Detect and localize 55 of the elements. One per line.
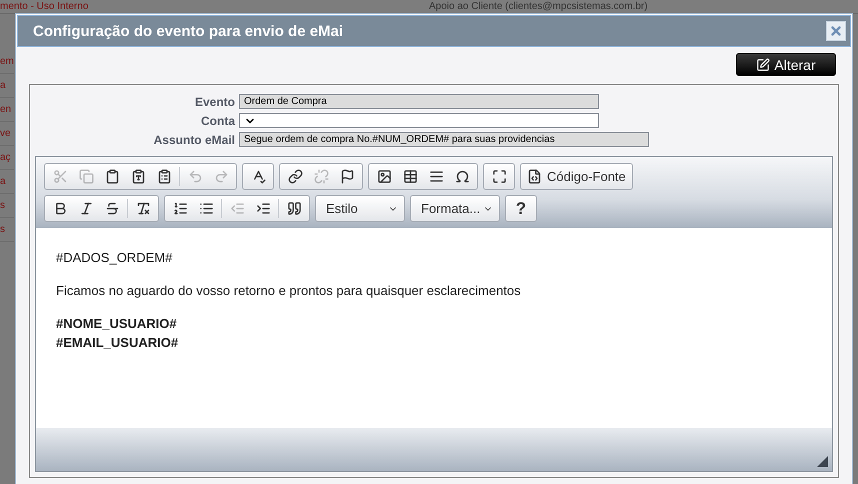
select-field[interactable] [239, 113, 599, 128]
source-button[interactable]: Código-Fonte [523, 165, 630, 188]
editor-line: #EMAIL_USUARIO# [56, 335, 180, 350]
field-label: Conta [200, 114, 235, 128]
dropdown-button[interactable]: Estilo [318, 197, 402, 220]
editor-line: #DADOS_ORDEM# [56, 250, 174, 265]
background-text: s [0, 199, 5, 212]
indent-icon [256, 201, 270, 216]
resize-grip-icon [817, 456, 828, 467]
editor-content[interactable]: #DADOS_ORDEM# Ficamos no aguardo do vosso retorno e prontos para quaisquer esclarecimentos #NOME_USUARIO# #EMAIL_USUARIO# [36, 228, 832, 428]
field-label: Evento [194, 94, 235, 108]
background-text: ve [0, 127, 11, 140]
background-text: a [0, 79, 6, 92]
close-icon [829, 24, 843, 38]
file-code-icon [527, 169, 542, 184]
input-field[interactable]: Ordem de Compra [239, 94, 599, 109]
input-field[interactable]: Segue ordem de compra No.#NUM_ORDEM# para suas providencias [239, 132, 649, 147]
strikethrough-icon [104, 201, 120, 216]
horizontal-lines-icon [428, 169, 444, 184]
background-text: Apoio ao Cliente (clientes@mpcsistemas.com.br) [429, 0, 648, 13]
background-text: em [0, 55, 14, 68]
editor-line: Ficamos no aguardo do vosso retorno e prontos para quaisquer esclarecimentos [56, 283, 522, 298]
image-icon [376, 169, 392, 184]
copy-icon [78, 169, 94, 184]
paste-icon [104, 169, 120, 184]
omega-icon [454, 169, 470, 184]
flag-icon [340, 169, 354, 184]
background-text: aç [0, 151, 11, 164]
quote-icon [286, 201, 302, 216]
outdent-icon [230, 201, 244, 216]
cut-icon [52, 169, 68, 184]
edit-button[interactable]: Alterar [736, 53, 836, 76]
italic-icon [78, 201, 94, 216]
paste-text-icon [130, 169, 146, 184]
edit-icon [756, 58, 770, 72]
dialog-title: Configuração do evento para envio de eMai [33, 22, 344, 40]
table-icon [402, 169, 418, 184]
undo-icon [188, 169, 202, 184]
paste-word-icon [156, 169, 172, 184]
maximize-icon [492, 169, 506, 184]
close-button[interactable] [826, 21, 846, 41]
help-button[interactable]: ? [508, 197, 534, 220]
background-text: en [0, 103, 12, 116]
numbered-list-icon [172, 201, 188, 216]
background-text: mento - Uso Interno [0, 0, 88, 13]
bullet-list-icon [198, 201, 214, 216]
field-label: Assunto eMail [152, 132, 235, 146]
unlink-icon [314, 169, 328, 184]
clear-format-icon [136, 201, 150, 216]
background-text: s [0, 223, 5, 236]
dropdown-button[interactable]: Formata... [413, 197, 497, 220]
link-icon [288, 169, 302, 184]
redo-icon [214, 169, 228, 184]
background-text: a [0, 175, 6, 188]
editor-line: #NOME_USUARIO# [56, 316, 178, 331]
